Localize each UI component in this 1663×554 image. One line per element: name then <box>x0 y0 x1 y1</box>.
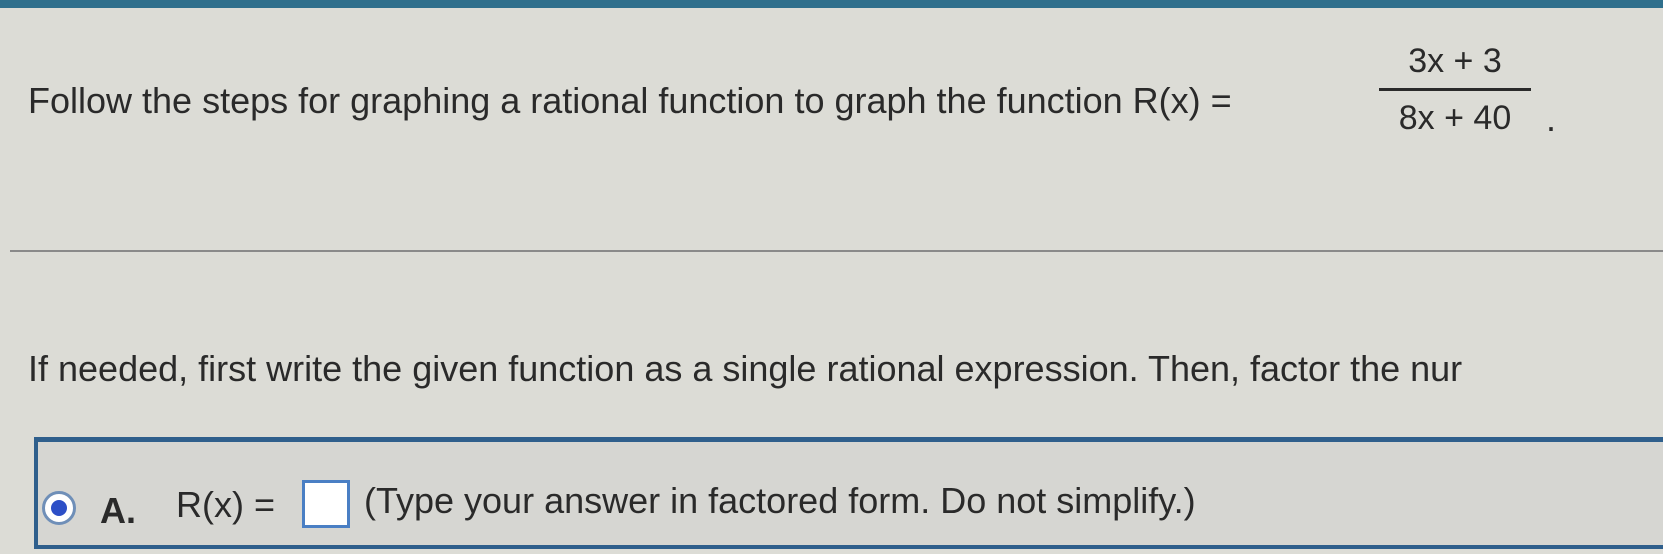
fraction-denominator: 8x + 40 <box>1398 99 1512 137</box>
option-a-letter: A. <box>100 490 136 531</box>
question-prompt: Follow the steps for graphing a rational… <box>28 80 1232 121</box>
function-fraction: 3x + 3 8x + 40 <box>1375 40 1535 139</box>
sentence-period: . <box>1546 98 1557 139</box>
answer-input[interactable] <box>302 480 350 528</box>
instruction-text: If needed, first write the given functio… <box>28 348 1463 389</box>
fraction-numerator: 3x + 3 <box>1408 42 1502 80</box>
answer-hint: (Type your answer in factored form. Do n… <box>364 480 1196 521</box>
fraction-bar <box>1379 88 1531 91</box>
option-a-function-label: R(x) = <box>176 484 275 525</box>
option-a-radio[interactable] <box>42 491 76 525</box>
top-bar <box>0 0 1663 8</box>
section-divider <box>10 250 1663 252</box>
radio-selected-dot <box>51 500 67 516</box>
